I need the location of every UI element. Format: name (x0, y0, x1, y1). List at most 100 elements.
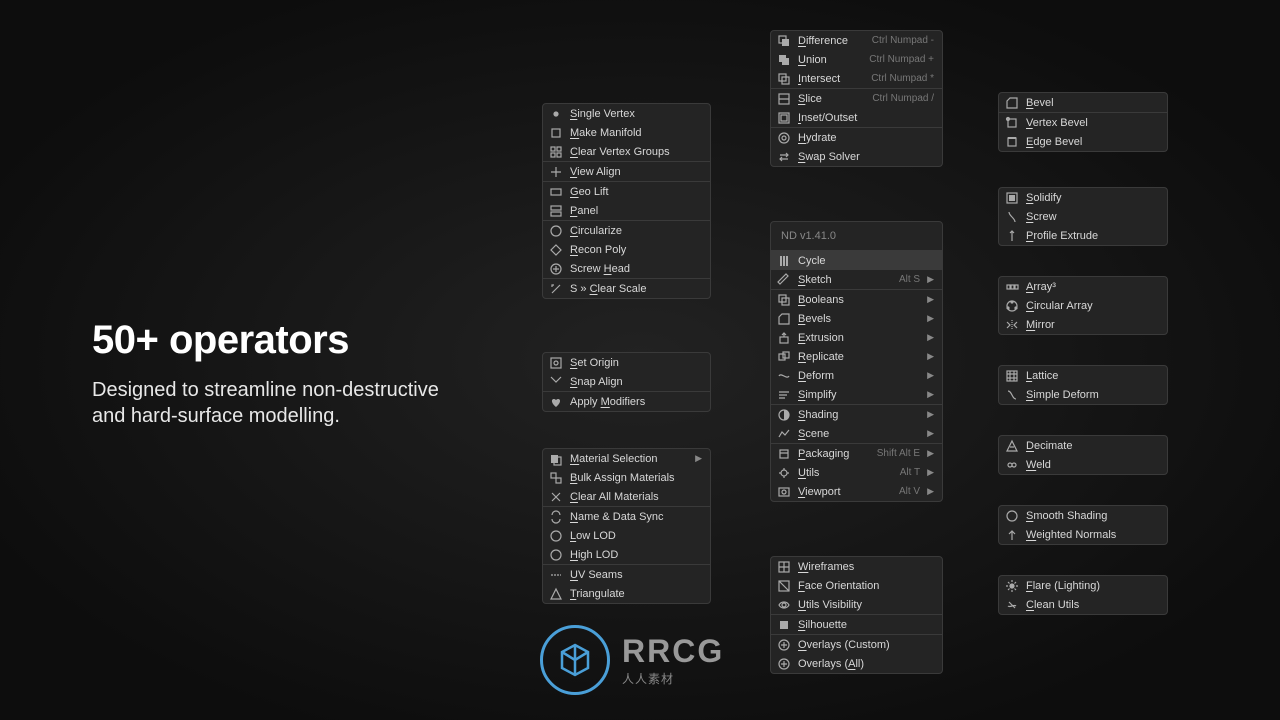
menu-item-slice[interactable]: SliceCtrl Numpad / (771, 89, 942, 108)
menu-item-weighted-normals[interactable]: Weighted Normals (999, 525, 1167, 544)
shortcut-label: Ctrl Numpad / (872, 93, 934, 104)
menu-item-clear-vertex-groups[interactable]: Clear Vertex Groups (543, 142, 710, 161)
menu-item-label: Union (798, 54, 862, 66)
menu-item-snap-align[interactable]: Snap Align (543, 372, 710, 391)
clear-icon (549, 490, 563, 504)
menu-item-scene[interactable]: Scene▶ (771, 424, 942, 443)
menu-item-label: Booleans (798, 294, 920, 306)
menu-item-replicate[interactable]: Replicate▶ (771, 347, 942, 366)
menu-item-label: Overlays (Custom) (798, 639, 934, 651)
sil-icon (777, 618, 791, 632)
menu-item-utils-visibility[interactable]: Utils Visibility (771, 595, 942, 614)
cycle-icon (777, 254, 791, 268)
menu-item-circularize[interactable]: Circularize (543, 221, 710, 240)
menu-item-silhouette[interactable]: Silhouette (771, 615, 942, 634)
menu-item-bevels[interactable]: Bevels▶ (771, 309, 942, 328)
tri-icon (549, 587, 563, 601)
menu-item-flare-lighting-[interactable]: Flare (Lighting) (999, 576, 1167, 595)
menu-item-panel[interactable]: Panel (543, 201, 710, 220)
menu-item-clean-utils[interactable]: Clean Utils (999, 595, 1167, 614)
menu-item-booleans[interactable]: Booleans▶ (771, 290, 942, 309)
replicate-icon (777, 350, 791, 364)
dot-icon (549, 107, 563, 121)
menu-item-deform[interactable]: Deform▶ (771, 366, 942, 385)
menu-item-hydrate[interactable]: Hydrate (771, 128, 942, 147)
menu-item-set-origin[interactable]: Set Origin (543, 353, 710, 372)
menu-item-view-align[interactable]: View Align (543, 162, 710, 181)
menu-item-label: Difference (798, 35, 865, 47)
menu-item-screw[interactable]: Screw (999, 207, 1167, 226)
menu-item-inset-outset[interactable]: Inset/Outset (771, 108, 942, 127)
menu-item-label: S » Clear Scale (570, 283, 702, 295)
menu-item-overlays-all-[interactable]: Overlays (All) (771, 654, 942, 673)
menu-item-wireframes[interactable]: Wireframes (771, 557, 942, 576)
menu-item-label: Profile Extrude (1026, 230, 1159, 242)
menu-item-swap-solver[interactable]: Swap Solver (771, 147, 942, 166)
menu-item-bulk-assign-materials[interactable]: Bulk Assign Materials (543, 468, 710, 487)
menu-item-bevel[interactable]: Bevel (999, 93, 1167, 112)
submenu-arrow-icon: ▶ (927, 409, 934, 420)
menu-item-name-data-sync[interactable]: Name & Data Sync (543, 507, 710, 526)
shortcut-label: Alt S (899, 274, 920, 285)
menu-item-intersect[interactable]: IntersectCtrl Numpad * (771, 69, 942, 88)
menu-item-utils[interactable]: UtilsAlt T▶ (771, 463, 942, 482)
menu-item-low-lod[interactable]: Low LOD (543, 526, 710, 545)
menu-item-edge-bevel[interactable]: Edge Bevel (999, 132, 1167, 151)
menu-item-label: Wireframes (798, 561, 934, 573)
align-icon (549, 165, 563, 179)
menu-item-array-[interactable]: Array³ (999, 277, 1167, 296)
menu-item-circular-array[interactable]: Circular Array (999, 296, 1167, 315)
vis-icon (777, 598, 791, 612)
menu-item-geo-lift[interactable]: Geo Lift (543, 182, 710, 201)
slice-icon (777, 92, 791, 106)
menu-item-label: Decimate (1026, 440, 1159, 452)
menu-item-packaging[interactable]: PackagingShift Alt E▶ (771, 444, 942, 463)
clean-icon (1005, 598, 1019, 612)
menu-item-label: Cycle (798, 255, 934, 267)
menu-item-extrusion[interactable]: Extrusion▶ (771, 328, 942, 347)
menu-item-simplify[interactable]: Simplify▶ (771, 385, 942, 404)
menu-item-profile-extrude[interactable]: Profile Extrude (999, 226, 1167, 245)
menu-item-solidify[interactable]: Solidify (999, 188, 1167, 207)
menu-item-single-vertex[interactable]: Single Vertex (543, 104, 710, 123)
menu-item-union[interactable]: UnionCtrl Numpad + (771, 50, 942, 69)
menu-item-label: Utils (798, 467, 893, 479)
menu-item-screw-head[interactable]: Screw Head (543, 259, 710, 278)
menu-item-s-clear-scale[interactable]: S » Clear Scale (543, 279, 710, 298)
menu-item-mirror[interactable]: Mirror (999, 315, 1167, 334)
menu-item-apply-modifiers[interactable]: Apply Modifiers (543, 392, 710, 411)
menu-item-recon-poly[interactable]: Recon Poly (543, 240, 710, 259)
menu-item-sketch[interactable]: SketchAlt S▶ (771, 270, 942, 289)
menu-item-decimate[interactable]: Decimate (999, 436, 1167, 455)
sol-icon (1005, 191, 1019, 205)
menu-item-material-selection[interactable]: Material Selection▶ (543, 449, 710, 468)
intersect-icon (777, 72, 791, 86)
menu-item-smooth-shading[interactable]: Smooth Shading (999, 506, 1167, 525)
menu-item-cycle[interactable]: Cycle (771, 251, 942, 270)
menu-item-label: Simplify (798, 389, 920, 401)
menu-item-label: Flare (Lighting) (1026, 580, 1159, 592)
menu-item-uv-seams[interactable]: UV Seams (543, 565, 710, 584)
carr-icon (1005, 299, 1019, 313)
box-icon (549, 126, 563, 140)
menu-item-label: Weld (1026, 459, 1159, 471)
heart-icon (549, 395, 563, 409)
menu-item-weld[interactable]: Weld (999, 455, 1167, 474)
menu-item-shading[interactable]: Shading▶ (771, 405, 942, 424)
menu-item-clear-all-materials[interactable]: Clear All Materials (543, 487, 710, 506)
menu-item-triangulate[interactable]: Triangulate (543, 584, 710, 603)
menu-item-lattice[interactable]: Lattice (999, 366, 1167, 385)
extrude-icon (777, 331, 791, 345)
menu-item-high-lod[interactable]: High LOD (543, 545, 710, 564)
menu-item-label: UV Seams (570, 569, 702, 581)
menu-item-overlays-custom-[interactable]: Overlays (Custom) (771, 635, 942, 654)
menu-item-vertex-bevel[interactable]: Vertex Bevel (999, 113, 1167, 132)
menu-item-viewport[interactable]: ViewportAlt V▶ (771, 482, 942, 501)
menu-item-difference[interactable]: DifferenceCtrl Numpad - (771, 31, 942, 50)
menu-item-simple-deform[interactable]: Simple Deform (999, 385, 1167, 404)
menu-item-make-manifold[interactable]: Make Manifold (543, 123, 710, 142)
weld-icon (1005, 458, 1019, 472)
mirr-icon (1005, 318, 1019, 332)
over-icon (777, 657, 791, 671)
menu-item-face-orientation[interactable]: Face Orientation (771, 576, 942, 595)
